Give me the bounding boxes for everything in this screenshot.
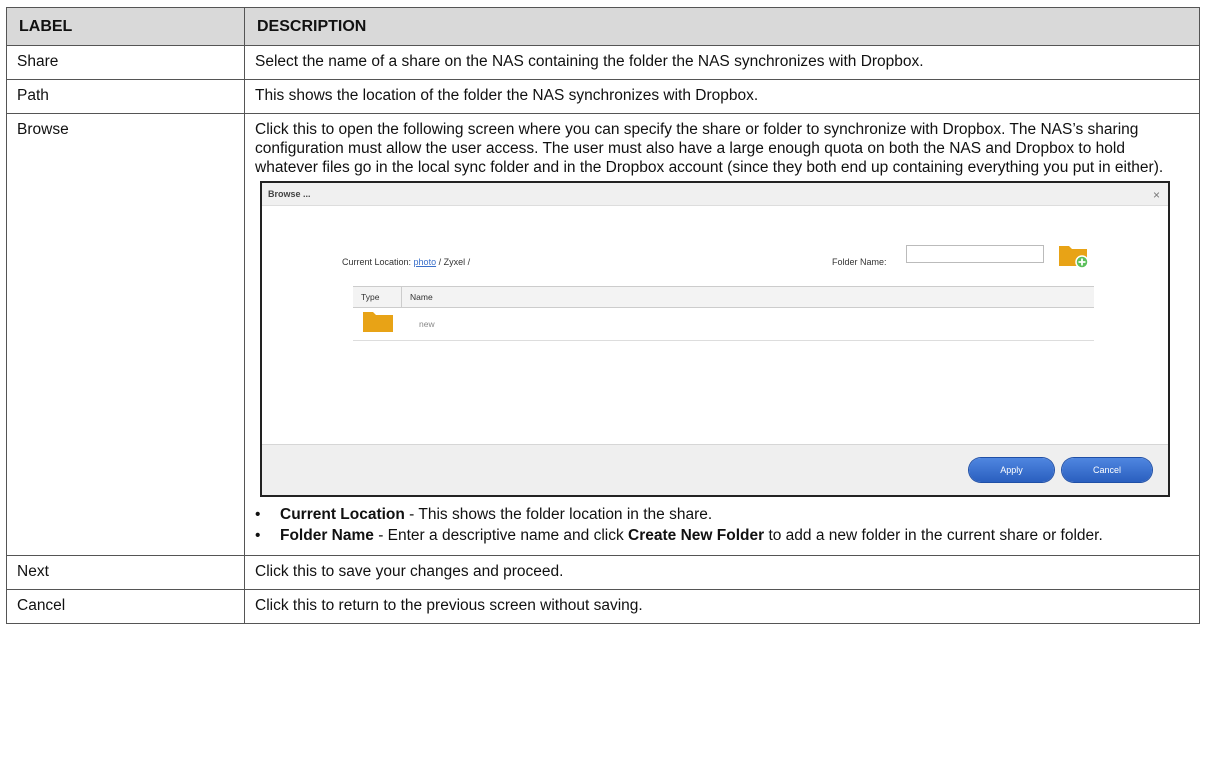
row-label: Next bbox=[6, 555, 245, 590]
browse-field-list: Current Location - This shows the folder… bbox=[255, 505, 1189, 545]
row-label: Browse bbox=[6, 113, 245, 556]
list-item: Current Location - This shows the folder… bbox=[255, 505, 1189, 524]
current-location: Current Location: photo / Zyxel / bbox=[342, 253, 470, 272]
row-description: Select the name of a share on the NAS co… bbox=[244, 45, 1200, 80]
row-label: Share bbox=[6, 45, 245, 80]
table-row: Share Select the name of a share on the … bbox=[6, 45, 1200, 80]
current-location-label: Current Location: bbox=[342, 257, 414, 267]
column-type[interactable]: Type bbox=[353, 287, 402, 307]
list-item[interactable]: new bbox=[353, 308, 1094, 341]
table-row: Next Click this to save your changes and… bbox=[6, 555, 1200, 590]
column-name[interactable]: Name bbox=[402, 287, 433, 307]
table-row: Browse Click this to open the following … bbox=[6, 113, 1200, 556]
browse-description-text: Click this to open the following screen … bbox=[255, 121, 1164, 176]
folder-add-icon bbox=[1059, 246, 1089, 269]
current-location-link[interactable]: photo bbox=[414, 257, 437, 267]
list-item: Folder Name - Enter a descriptive name a… bbox=[255, 526, 1189, 545]
row-description-browse: Click this to open the following screen … bbox=[244, 113, 1200, 556]
dialog-footer: Apply Cancel bbox=[262, 444, 1168, 495]
file-list-header: Type Name bbox=[353, 286, 1094, 308]
folder-name-label: Folder Name: bbox=[832, 257, 887, 267]
header-description: DESCRIPTION bbox=[244, 7, 1200, 46]
apply-button[interactable]: Apply bbox=[969, 458, 1054, 482]
table-header-row: LABEL DESCRIPTION bbox=[6, 7, 1200, 46]
folder-name: new bbox=[419, 318, 435, 329]
cancel-button[interactable]: Cancel bbox=[1062, 458, 1152, 482]
browse-dialog: Browse ... × Current Location: photo / Z… bbox=[260, 181, 1170, 497]
close-icon[interactable]: × bbox=[1153, 186, 1160, 205]
row-description: Click this to save your changes and proc… bbox=[244, 555, 1200, 590]
row-label: Path bbox=[6, 79, 245, 114]
row-description: Click this to return to the previous scr… bbox=[244, 589, 1200, 624]
table-row: Path This shows the location of the fold… bbox=[6, 79, 1200, 114]
table-row: Cancel Click this to return to the previ… bbox=[6, 589, 1200, 624]
folder-name-input[interactable] bbox=[906, 245, 1044, 263]
create-new-folder-button[interactable] bbox=[1058, 241, 1090, 269]
dialog-title: Browse ... bbox=[262, 183, 1168, 206]
file-list: Type Name new bbox=[353, 286, 1094, 341]
header-label: LABEL bbox=[6, 7, 245, 46]
description-table: LABEL DESCRIPTION Share Select the name … bbox=[6, 7, 1200, 624]
row-description: This shows the location of the folder th… bbox=[244, 79, 1200, 114]
row-label: Cancel bbox=[6, 589, 245, 624]
current-location-path: / Zyxel / bbox=[436, 257, 471, 267]
folder-icon bbox=[363, 311, 393, 332]
